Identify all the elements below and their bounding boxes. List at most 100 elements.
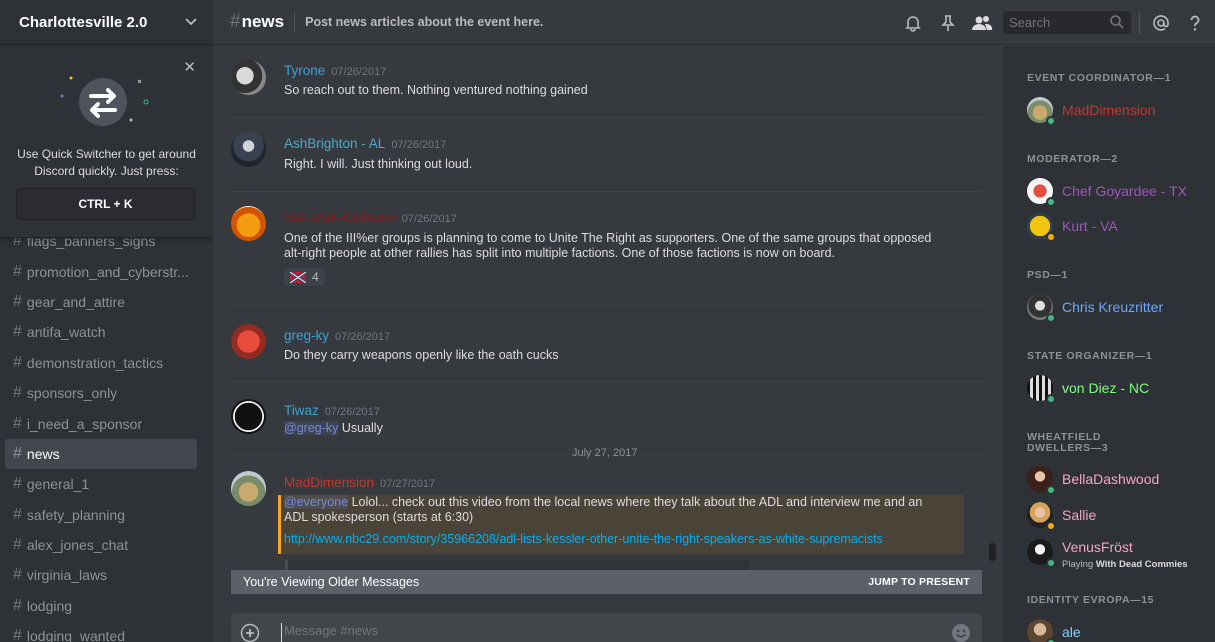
message-group: MadDimension 07/27/2017 @everyone Lolol.…: [231, 456, 983, 569]
message-text: @everyone Lolol... check out this video …: [284, 495, 964, 547]
member-name: Chris Kreuzritter: [1062, 299, 1164, 315]
pin-icon[interactable]: [938, 13, 958, 33]
status-online-icon: [1046, 116, 1056, 126]
avatar: [1027, 502, 1056, 531]
reaction[interactable]: 4: [284, 268, 325, 286]
timestamp: 07/26/2017: [331, 66, 387, 78]
flag-icon: [290, 271, 306, 283]
avatar[interactable]: [231, 399, 266, 434]
member-item[interactable]: BellaDashwood: [1027, 466, 1212, 495]
member-item[interactable]: ale: [1027, 619, 1212, 642]
shortcut-badge: CTRL + K: [16, 188, 195, 220]
member-item[interactable]: VenusFröst Playing With Dead Commies: [1027, 536, 1212, 570]
role-header: WHEATFIELD DWELLERS—3: [1027, 431, 1109, 454]
message-group: Tyrone 07/26/2017 So reach out to them. …: [231, 46, 983, 118]
avatar: [1027, 539, 1056, 568]
member-name: BellaDashwood: [1062, 471, 1160, 487]
username[interactable]: MadDimension: [284, 475, 374, 490]
member-item[interactable]: Chris Kreuzritter: [1027, 294, 1212, 323]
quick-switcher-text: Use Quick Switcher to get around Discord…: [17, 147, 196, 178]
message-group: greg-ky 07/26/2017 Do they carry weapons…: [231, 306, 983, 382]
search-input[interactable]: Search: [1003, 11, 1131, 34]
username[interactable]: greg-ky: [284, 328, 329, 343]
member-item[interactable]: MadDimension: [1027, 97, 1212, 126]
channel-item[interactable]: # promotion_and_cyberstr...: [5, 256, 197, 286]
article-link[interactable]: http://www.nbc29.com/story/35966208/adl-…: [284, 532, 964, 547]
avatar: [1027, 375, 1056, 404]
channel-item[interactable]: # alex_jones_chat: [5, 530, 197, 560]
bell-icon[interactable]: [903, 13, 923, 33]
message-input[interactable]: Message #news: [281, 623, 881, 642]
channel-item[interactable]: # antifa_watch: [5, 317, 197, 347]
member-item[interactable]: Chef Goyardee - TX: [1027, 178, 1212, 207]
member-item[interactable]: Kurt - VA: [1027, 213, 1212, 242]
channel-item[interactable]: # lodging_wanted: [5, 621, 197, 642]
hash-icon: #: [13, 262, 22, 280]
help-icon[interactable]: [1185, 13, 1205, 33]
server-name: Charlottesville 2.0: [19, 13, 148, 31]
jump-to-present-button[interactable]: JUMP TO PRESENT: [868, 576, 970, 588]
user-mention[interactable]: @greg-ky: [284, 421, 339, 435]
chevron-down-icon[interactable]: [185, 15, 197, 29]
avatar[interactable]: [231, 206, 266, 241]
channel-item[interactable]: # safety_planning: [5, 500, 197, 530]
hash-icon: #: [13, 566, 22, 584]
member-activity: Playing With Dead Commies: [1062, 559, 1188, 570]
timestamp: 07/26/2017: [324, 406, 380, 418]
close-icon[interactable]: ✕: [183, 58, 196, 76]
scrollbar-thumb[interactable]: [989, 543, 996, 561]
channel-header: # news Post news articles about the event…: [213, 0, 1215, 45]
channel-item[interactable]: # virginia_laws: [5, 560, 197, 590]
channel-item[interactable]: # general_1: [5, 469, 197, 499]
avatar[interactable]: [231, 471, 266, 506]
date-divider: July 27, 2017: [231, 447, 983, 459]
username[interactable]: Narrative-Collapse: [284, 210, 396, 225]
upload-plus-icon[interactable]: [240, 623, 260, 642]
hash-icon: #: [13, 384, 22, 402]
avatar: [1027, 619, 1056, 642]
status-online-icon: [1046, 638, 1056, 642]
mentions-icon[interactable]: [1151, 13, 1171, 33]
member-item[interactable]: Sallie: [1027, 502, 1212, 531]
username[interactable]: AshBrighton - AL: [284, 136, 385, 151]
everyone-mention[interactable]: @everyone: [284, 495, 349, 509]
channel-item[interactable]: # gear_and_attire: [5, 287, 197, 317]
avatar: [1027, 466, 1056, 495]
members-icon[interactable]: [971, 13, 993, 33]
avatar: [1027, 178, 1056, 207]
channel-item[interactable]: # i_need_a_sponsor: [5, 408, 197, 438]
channel-topic: Post news articles about the event here.: [305, 15, 544, 29]
message-text: Do they carry weapons openly like the oa…: [284, 348, 559, 362]
avatar: [1027, 294, 1056, 323]
search-icon: [1110, 15, 1124, 29]
message-text: One of the III%er groups is planning to …: [284, 231, 932, 260]
status-online-icon: [1046, 485, 1056, 495]
avatar[interactable]: [231, 324, 266, 359]
hash-icon: #: [13, 596, 22, 614]
channel-item[interactable]: # lodging: [5, 591, 197, 621]
divider: [294, 12, 296, 32]
message-text: Right. I will. Just thinking out loud.: [284, 157, 473, 171]
channel-sidebar: Charlottesville 2.0 # flags_banners_signs…: [0, 0, 213, 642]
message-group: AshBrighton - AL 07/26/2017 Right. I wil…: [231, 118, 983, 192]
hash-icon: #: [13, 505, 22, 523]
avatar: [1027, 97, 1056, 126]
channel-item-active[interactable]: # news: [5, 438, 197, 470]
hash-icon: #: [13, 323, 22, 341]
emoji-icon[interactable]: [951, 623, 971, 642]
channel-item[interactable]: # demonstration_tactics: [5, 348, 197, 378]
timestamp: 07/27/2017: [380, 478, 436, 490]
member-name: ale: [1062, 624, 1081, 640]
username[interactable]: Tiwaz: [284, 403, 319, 418]
channel-title: # news: [230, 11, 285, 32]
channel-item[interactable]: # sponsors_only: [5, 378, 197, 408]
avatar[interactable]: [231, 132, 266, 167]
member-item[interactable]: von Diez - NC: [1027, 375, 1212, 404]
channel-list: # flags_banners_signs # promotion_and_cybe…: [0, 226, 213, 642]
server-header[interactable]: Charlottesville 2.0: [0, 0, 213, 45]
role-header: IDENTITY EVROPA—15: [1027, 594, 1155, 606]
username[interactable]: Tyrone: [284, 63, 325, 78]
status-online-icon: [1046, 313, 1056, 323]
avatar[interactable]: [231, 60, 266, 95]
role-header: MODERATOR—2: [1027, 153, 1118, 165]
